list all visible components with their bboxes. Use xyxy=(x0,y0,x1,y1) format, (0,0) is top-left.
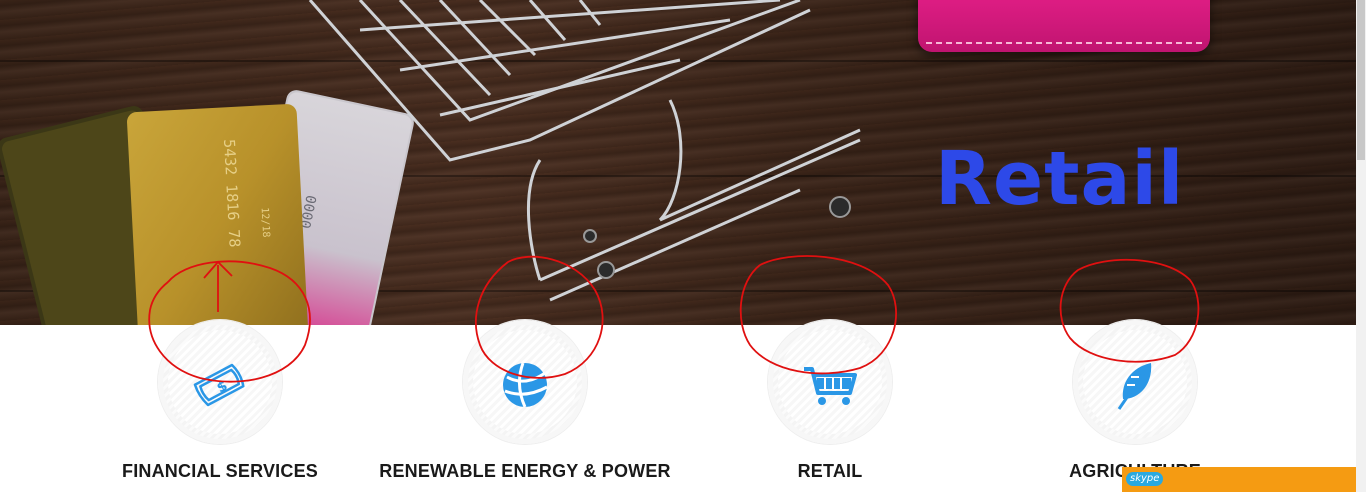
pink-wallet-image xyxy=(918,0,1210,52)
industry-label: RENEWABLE ENERGY & POWER xyxy=(379,461,671,481)
shopping-cart-image xyxy=(308,0,861,302)
skype-logo: skype xyxy=(1126,472,1164,486)
industry-retail[interactable]: RETAIL xyxy=(680,320,980,492)
svg-text:12/18: 12/18 xyxy=(259,207,272,238)
industry-financial-services[interactable]: $ FINANCIAL SERVICES xyxy=(70,320,370,492)
wallet-stitch xyxy=(926,42,1202,44)
globe-icon xyxy=(503,362,548,408)
shopping-cart-icon xyxy=(804,367,857,405)
money-hand-icon: $ xyxy=(193,363,245,407)
industry-label: FINANCIAL SERVICES xyxy=(122,461,318,481)
hero-banner: 0000 5432 1816 78 12/18 Retail xyxy=(0,0,1356,325)
page-scrollbar[interactable] xyxy=(1356,0,1366,492)
skype-chat-bar[interactable]: skype xyxy=(1122,467,1356,492)
scrollbar-thumb[interactable] xyxy=(1357,0,1365,160)
leaf-icon xyxy=(1117,363,1152,410)
industry-label: RETAIL xyxy=(797,461,863,481)
hero-title: Retail xyxy=(935,136,1185,222)
industry-renewable-energy[interactable]: RENEWABLE ENERGY & POWER xyxy=(375,320,675,492)
